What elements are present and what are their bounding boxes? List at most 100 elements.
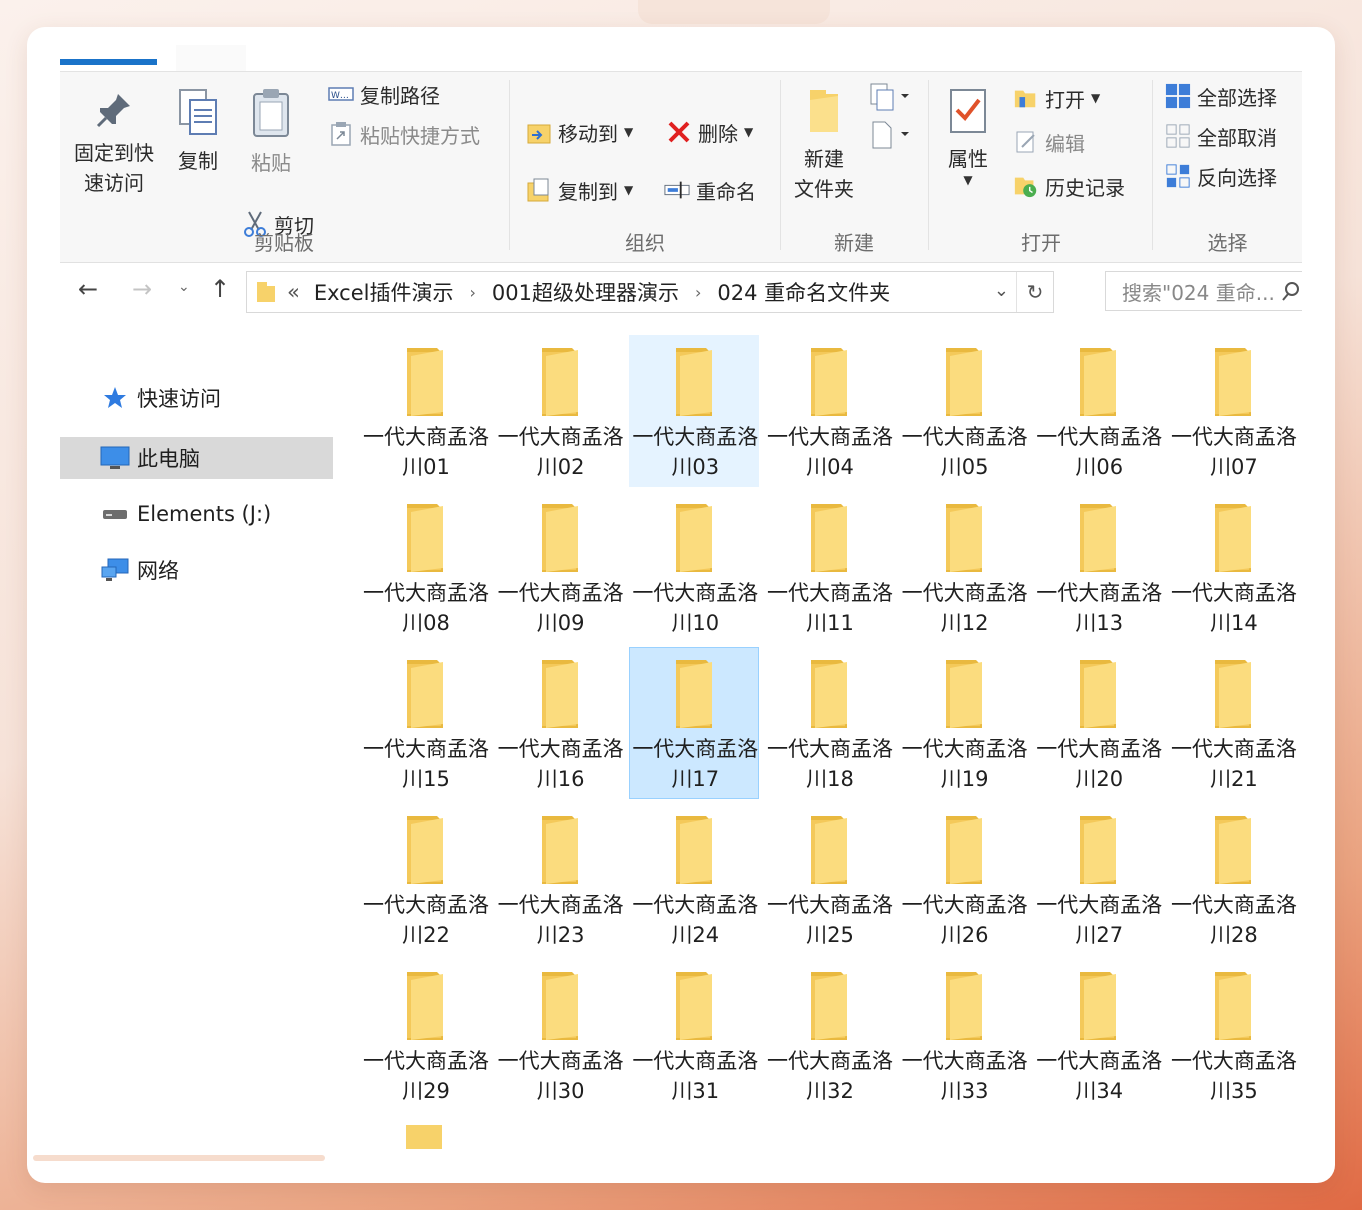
folder-item[interactable]: 一代大商孟洛川19	[899, 647, 1029, 799]
folder-item[interactable]: 一代大商孟洛川06	[1033, 335, 1163, 487]
folder-item[interactable]: 一代大商孟洛川18	[764, 647, 894, 799]
folder-item[interactable]: 一代大商孟洛川12	[899, 491, 1029, 643]
open-button[interactable]: 打开 ▼	[1013, 82, 1100, 114]
paste-shortcut-button[interactable]: 粘贴快捷方式	[328, 118, 480, 150]
folder-item[interactable]: 一代大商孟洛川29	[360, 959, 490, 1111]
folder-item[interactable]: 一代大商孟洛川09	[495, 491, 625, 643]
folder-item[interactable]: 一代大商孟洛川33	[899, 959, 1029, 1111]
folder-item[interactable]: 一代大商孟洛川11	[764, 491, 894, 643]
breadcrumb-item[interactable]: Excel插件演示	[314, 277, 454, 307]
history-button[interactable]: 历史记录	[1013, 170, 1125, 202]
computer-icon	[100, 445, 130, 471]
folder-item[interactable]: 一代大商孟洛川32	[764, 959, 894, 1111]
folder-icon	[541, 504, 578, 572]
invert-selection-icon	[1165, 163, 1191, 189]
folder-item[interactable]: 一代大商孟洛川30	[495, 959, 625, 1111]
folder-item[interactable]: 一代大商孟洛川20	[1033, 647, 1163, 799]
folder-item[interactable]: 一代大商孟洛川35	[1168, 959, 1298, 1111]
back-arrow-icon[interactable]: ←	[78, 275, 98, 303]
move-to-button[interactable]: 移动到 ▼	[526, 116, 633, 148]
folder-item[interactable]: 一代大商孟洛川05	[899, 335, 1029, 487]
folder-item[interactable]: 一代大商孟洛川25	[764, 803, 894, 955]
folder-item[interactable]: 一代大商孟洛川07	[1168, 335, 1298, 487]
folder-item[interactable]: 一代大商孟洛川23	[495, 803, 625, 955]
breadcrumb-separator[interactable]: ›	[695, 283, 701, 302]
folder-item[interactable]: 一代大商孟洛川16	[495, 647, 625, 799]
folder-item[interactable]: 一代大商孟洛川01	[360, 335, 490, 487]
easy-access-button[interactable]	[867, 118, 911, 154]
rename-button[interactable]: 重命名	[664, 174, 756, 206]
folder-item[interactable]: 一代大商孟洛川10	[629, 491, 759, 643]
tab-file[interactable]	[60, 59, 157, 65]
folder-icon	[945, 972, 982, 1040]
folder-icon	[676, 816, 713, 884]
folder-item[interactable]: 一代大商孟洛川26	[899, 803, 1029, 955]
breadcrumb-overflow[interactable]: «	[287, 280, 300, 304]
folder-item[interactable]: 一代大商孟洛川02	[495, 335, 625, 487]
folder-item[interactable]: 一代大商孟洛川34	[1033, 959, 1163, 1111]
folder-item[interactable]: 一代大商孟洛川24	[629, 803, 759, 955]
file-list-view: 一代大商孟洛川01 一代大商孟洛川02 一代大商孟洛川03 一代大商孟洛川04 一代大商…	[360, 335, 1302, 1149]
folder-item[interactable]: 一代大商孟洛川22	[360, 803, 490, 955]
folder-item[interactable]: 一代大商孟洛川13	[1033, 491, 1163, 643]
edit-button[interactable]: 编辑	[1013, 126, 1085, 158]
folder-name: 一代大商孟洛川03	[632, 425, 759, 479]
folder-item[interactable]: 一代大商孟洛川21	[1168, 647, 1298, 799]
select-none-label: 全部取消	[1197, 125, 1277, 150]
nav-item-drive[interactable]: Elements (J:)	[60, 493, 333, 535]
folder-item[interactable]: 一代大商孟洛川31	[629, 959, 759, 1111]
refresh-icon[interactable]: ↻	[1016, 272, 1053, 312]
nav-item-network[interactable]: 网络	[60, 549, 333, 591]
copy-to-button[interactable]: 复制到 ▼	[526, 174, 633, 206]
folder-icon	[945, 504, 982, 572]
folder-item[interactable]: 一代大商孟洛川14	[1168, 491, 1298, 643]
drive-icon	[100, 501, 130, 527]
folder-name: 一代大商孟洛川23	[497, 893, 624, 947]
rename-label: 重命名	[696, 179, 756, 204]
properties-dropdown-icon: ▼	[963, 173, 973, 187]
select-all-button[interactable]: 全部选择	[1165, 80, 1277, 112]
search-input[interactable]: 搜索"024 重命...	[1105, 271, 1302, 311]
nav-item-quick-access[interactable]: 快速访问	[60, 377, 333, 419]
folder-item[interactable]: 一代大商孟洛川28	[1168, 803, 1298, 955]
search-icon[interactable]	[1282, 282, 1300, 302]
breadcrumb-separator[interactable]: ›	[470, 283, 476, 302]
tab-home[interactable]	[176, 45, 246, 71]
folder-icon	[407, 660, 443, 728]
up-arrow-icon[interactable]: ↑	[210, 275, 230, 303]
copy-button[interactable]: 复制	[168, 86, 228, 176]
folder-name: 一代大商孟洛川09	[497, 581, 624, 635]
folder-icon	[1214, 504, 1251, 572]
folder-item[interactable]: 一代大商孟洛川17	[629, 647, 760, 799]
folder-name: 一代大商孟洛川07	[1170, 425, 1297, 479]
properties-icon	[950, 89, 986, 133]
recent-locations-chevron-icon[interactable]: ⌄	[178, 279, 190, 295]
folder-icon	[1214, 348, 1251, 416]
folder-item[interactable]: 一代大商孟洛川27	[1033, 803, 1163, 955]
folder-item[interactable]: 一代大商孟洛川08	[360, 491, 490, 643]
address-field[interactable]: « Excel插件演示 › 001超级处理器演示 › 024 重命名文件夹 ⌄ …	[246, 271, 1054, 313]
paste-button[interactable]: 粘贴	[240, 86, 302, 178]
new-folder-button[interactable]: 新建 文件夹	[789, 86, 859, 204]
select-none-button[interactable]: 全部取消	[1165, 120, 1277, 152]
pin-quick-access-button[interactable]: 固定到快 速访问	[66, 90, 162, 198]
breadcrumb-item[interactable]: 024 重命名文件夹	[717, 277, 890, 307]
star-icon	[100, 385, 130, 411]
address-dropdown-icon[interactable]: ⌄	[994, 280, 1009, 301]
delete-button[interactable]: 删除 ▼	[666, 116, 753, 148]
nav-item-this-pc[interactable]: 此电脑	[60, 437, 333, 479]
copy-to-icon	[526, 177, 552, 203]
folder-icon	[676, 660, 713, 728]
copy-icon	[179, 89, 217, 135]
folder-item[interactable]: 一代大商孟洛川04	[764, 335, 894, 487]
new-item-button[interactable]	[867, 80, 911, 116]
breadcrumb-item[interactable]: 001超级处理器演示	[492, 277, 679, 307]
folder-icon	[810, 816, 847, 884]
move-to-label: 移动到	[558, 121, 618, 146]
folder-item[interactable]: 一代大商孟洛川15	[360, 647, 490, 799]
copy-path-button[interactable]: W… 复制路径	[328, 78, 440, 110]
forward-arrow-icon[interactable]: →	[132, 275, 152, 303]
folder-item[interactable]: 一代大商孟洛川03	[629, 335, 760, 487]
invert-selection-button[interactable]: 反向选择	[1165, 160, 1277, 192]
properties-button[interactable]: 属性 ▼	[933, 86, 1003, 186]
